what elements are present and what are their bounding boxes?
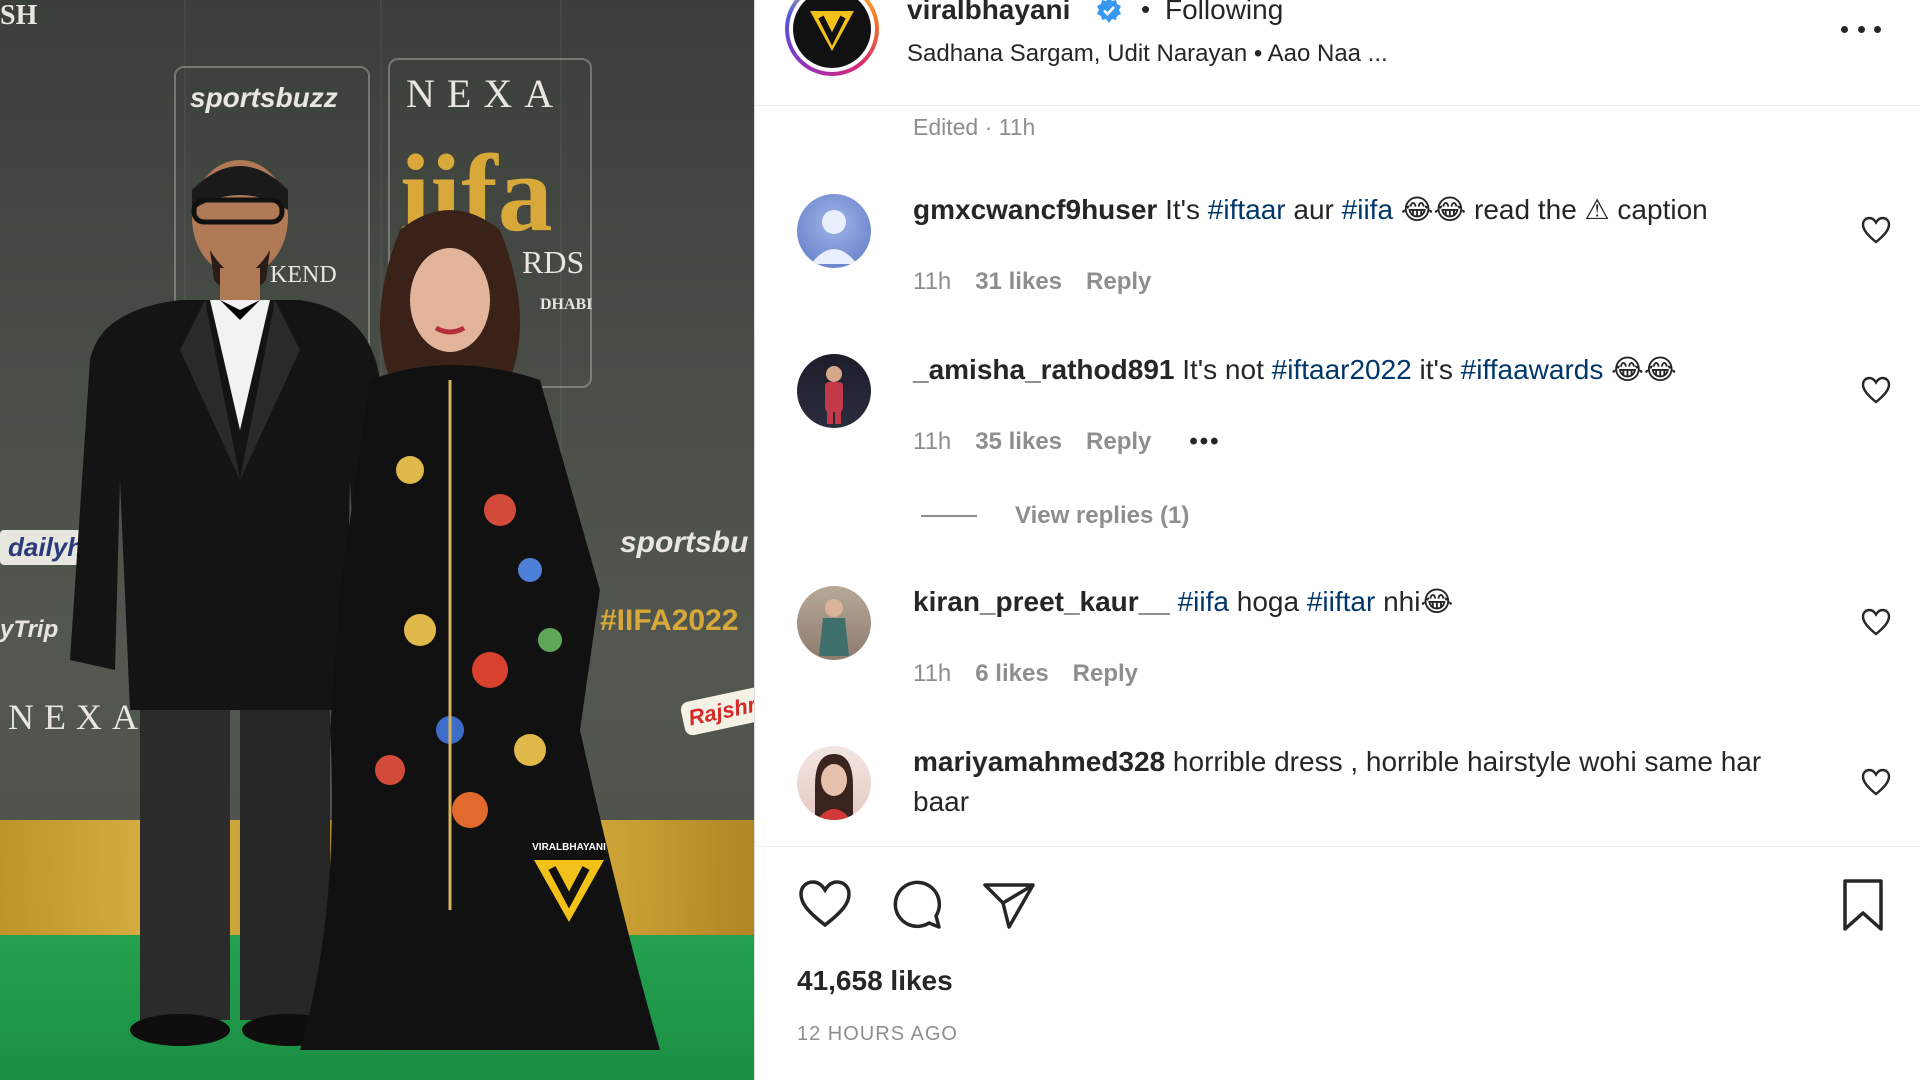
commenter-avatar[interactable] [797, 586, 871, 660]
commenter-username[interactable]: mariyamahmed328 [913, 746, 1165, 777]
edited-timestamp: Edited · 11h [913, 114, 1036, 140]
hashtag-link[interactable]: #iftaar2022 [1272, 354, 1412, 385]
viralbhayani-logo-icon [810, 11, 854, 51]
hashtag-link[interactable]: #iffaawards [1461, 354, 1604, 385]
hashtag-link[interactable]: #iiftar [1307, 586, 1375, 617]
separator-dot: • [1141, 0, 1151, 24]
heart-icon[interactable] [1861, 376, 1891, 404]
reply-button[interactable]: Reply [1086, 268, 1151, 295]
reply-button[interactable]: Reply [1073, 660, 1138, 687]
commenter-avatar[interactable] [797, 354, 871, 428]
comment-options-icon[interactable]: ••• [1189, 428, 1220, 455]
comment-likes[interactable]: 31 likes [975, 268, 1062, 295]
commenter-avatar[interactable] [797, 746, 871, 820]
backdrop-brand-13: SH [0, 0, 38, 31]
author-username[interactable]: viralbhayani [907, 0, 1070, 26]
backdrop-brand-12: Rajshri [679, 685, 754, 737]
replies-divider-line [921, 515, 977, 517]
comment-text: mariyamahmed328 horrible dress , horribl… [913, 742, 1773, 822]
comment-text-part: nhi😂 [1375, 586, 1454, 617]
view-replies-label: View replies (1) [1015, 502, 1190, 529]
backdrop-brand-10: yTrip [0, 616, 59, 643]
comment-text-part: hoga [1228, 586, 1307, 617]
heart-icon[interactable] [1861, 216, 1891, 244]
post-detail-panel: viralbhayani • Following Sadhana Sargam,… [754, 0, 1920, 1080]
audio-attribution[interactable]: Sadhana Sargam, Udit Narayan • Aao Naa .… [907, 40, 1388, 68]
comment-likes[interactable]: 35 likes [975, 428, 1062, 455]
comment-text: gmxcwancf9huser It's #iftaar aur #iifa 😂… [913, 190, 1813, 230]
commenter-username[interactable]: _amisha_rathod891 [913, 354, 1174, 385]
avatar-figure-icon [811, 210, 857, 264]
comment-text-part: aur [1285, 194, 1342, 225]
comment-text: _amisha_rathod891 It's not #iftaar2022 i… [913, 350, 1813, 390]
backdrop-brand-2: NEXA [406, 71, 566, 116]
comment-text-part: 😂😂 read the ⚠ caption [1393, 194, 1708, 225]
reply-button[interactable]: Reply [1086, 428, 1151, 455]
comment-text-part: it's [1411, 354, 1461, 385]
post-media-image[interactable]: sportsbuzz NEXA iifa KEND RDS DHABI dail… [0, 0, 754, 1080]
post-actions-bar: 41,658 likes 12 HOURS AGO [755, 846, 1920, 1080]
instagram-post-view: sportsbuzz NEXA iifa KEND RDS DHABI dail… [0, 0, 1920, 1080]
comment-time: 11h [913, 428, 952, 455]
comment-time: 11h [913, 268, 952, 295]
commenter-username[interactable]: gmxcwancf9huser [913, 194, 1157, 225]
author-avatar[interactable] [785, 0, 879, 76]
comment-text-part: It's not [1174, 354, 1272, 385]
view-replies-button[interactable]: View replies (1) [921, 502, 1189, 530]
comment-text: kiran_preet_kaur__ #iifa hoga #iiftar nh… [913, 582, 1813, 622]
comment-meta: 11h 31 likes Reply [913, 268, 1175, 296]
commenter-avatar[interactable] [797, 194, 871, 268]
comment-icon[interactable] [889, 877, 945, 933]
comment-likes[interactable]: 6 likes [975, 660, 1048, 687]
more-options-icon[interactable] [1841, 14, 1881, 44]
comment-text-part: 😂😂 [1603, 354, 1677, 385]
like-heart-icon[interactable] [797, 877, 853, 933]
hashtag-link[interactable]: #iifa [1178, 586, 1229, 617]
share-icon[interactable] [981, 877, 1037, 933]
following-button[interactable]: Following [1165, 0, 1283, 26]
avatar-figure-icon [819, 599, 849, 656]
comment-meta: 11h 6 likes Reply [913, 660, 1162, 688]
watermark-text: VIRALBHAYANI [532, 842, 606, 853]
avatar-figure-icon [825, 366, 843, 424]
comment-meta: 11h 35 likes Reply ••• [913, 428, 1245, 456]
backdrop-brand-1: sportsbuzz [190, 82, 338, 113]
viralbhayani-watermark-logo: VIRALBHAYANI [532, 842, 606, 922]
comment-text-part [1170, 586, 1178, 617]
heart-icon[interactable] [1861, 768, 1891, 796]
bookmark-icon[interactable] [1835, 877, 1891, 933]
post-header: viralbhayani • Following Sadhana Sargam,… [755, 0, 1920, 106]
comment-text-part: It's [1157, 194, 1208, 225]
avatar-figure-icon [815, 754, 853, 820]
hashtag-link[interactable]: #iftaar [1208, 194, 1286, 225]
comment-time: 11h [913, 660, 952, 687]
heart-icon[interactable] [1861, 608, 1891, 636]
hashtag-link[interactable]: #iifa [1342, 194, 1393, 225]
verified-badge-icon [1097, 0, 1121, 23]
like-count[interactable]: 41,658 likes [797, 965, 953, 997]
commenter-username[interactable]: kiran_preet_kaur__ [913, 586, 1170, 617]
woman-in-embroidered-dress [300, 210, 660, 1050]
post-timestamp: 12 HOURS AGO [797, 1023, 958, 1045]
